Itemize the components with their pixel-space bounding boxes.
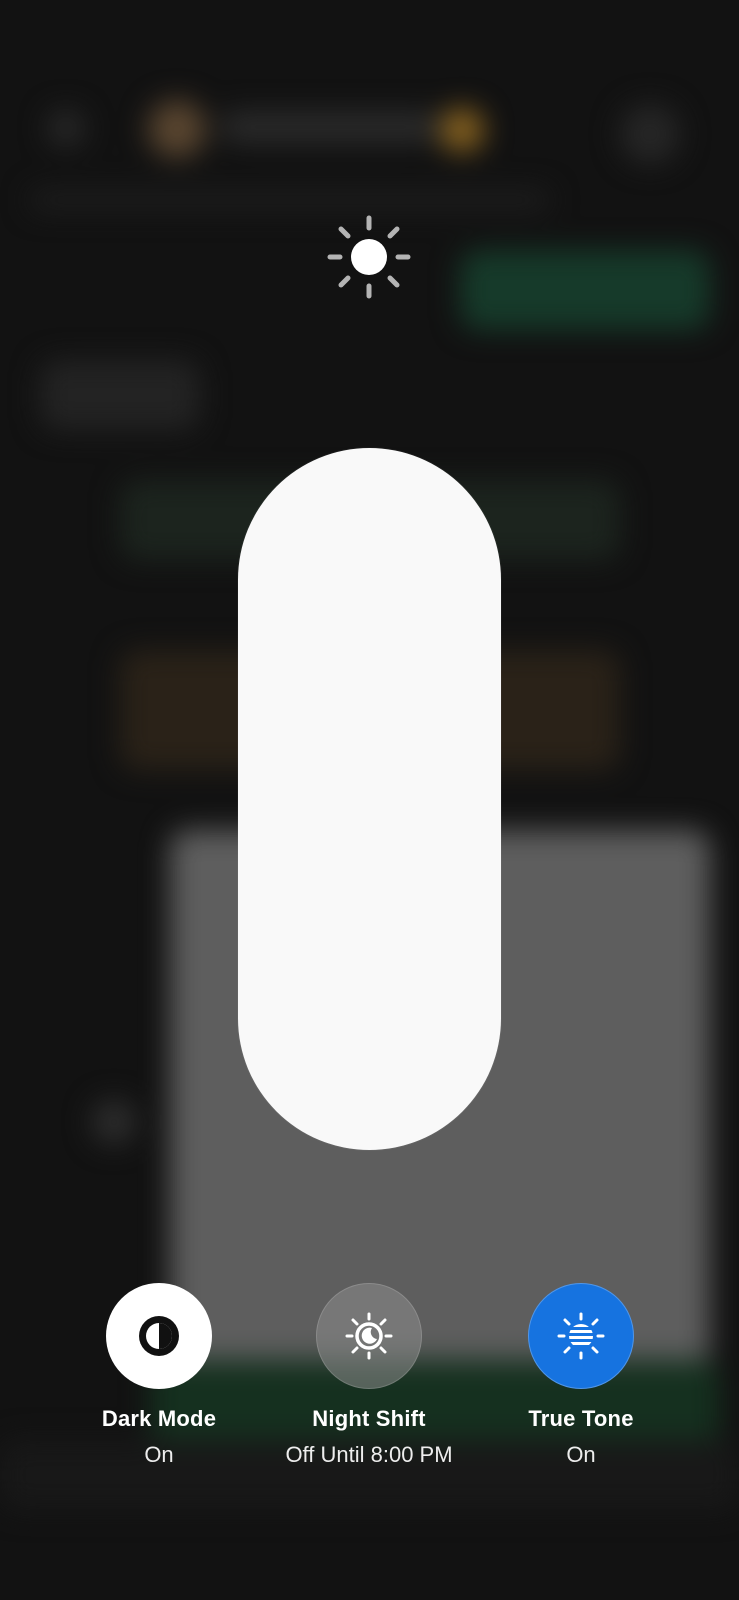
night-shift-toggle[interactable] [316, 1283, 422, 1389]
true-tone-label: True Tone [528, 1406, 634, 1431]
sun-icon [327, 215, 411, 299]
night-shift-icon [345, 1312, 393, 1360]
brightness-slider-fill [238, 448, 501, 1150]
brightness-slider[interactable] [238, 448, 501, 1150]
true-tone-icon [557, 1312, 605, 1360]
dark-mode-label: Dark Mode [101, 1406, 217, 1431]
dark-mode-icon [139, 1316, 179, 1356]
true-tone-toggle[interactable] [528, 1283, 634, 1389]
true-tone-status: On [566, 1442, 596, 1467]
dark-mode-toggle[interactable] [106, 1283, 212, 1389]
night-shift-label: Night Shift [312, 1406, 426, 1431]
